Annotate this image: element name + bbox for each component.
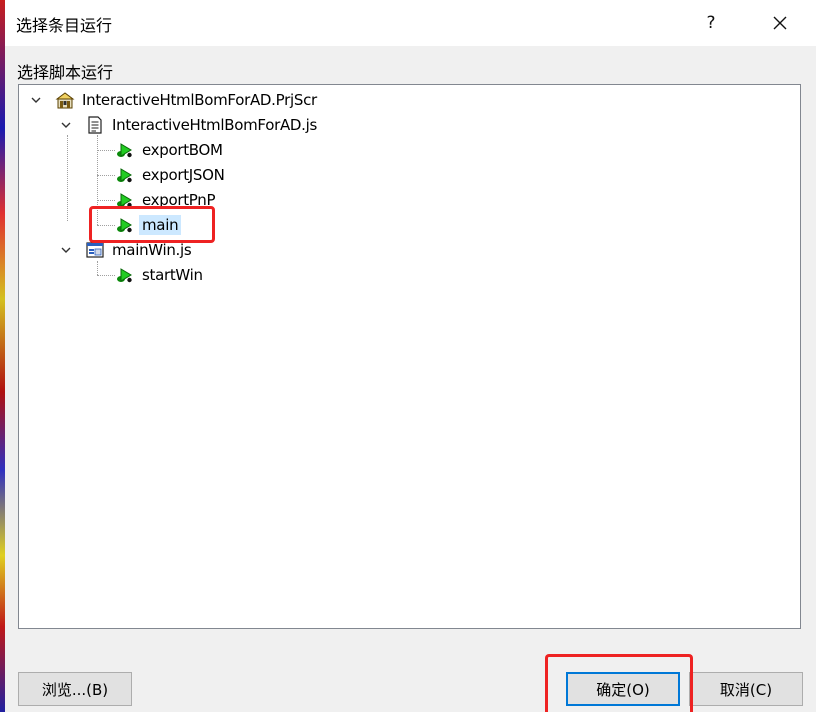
dialog-title: 选择条目运行 <box>16 16 113 35</box>
close-icon <box>773 16 787 30</box>
form-icon <box>86 242 104 258</box>
chevron-down-icon[interactable] <box>60 119 72 131</box>
document-icon <box>88 116 102 134</box>
group-label: 选择脚本运行 <box>17 63 114 82</box>
tree-connector <box>67 135 68 221</box>
annotation-highlight-ok <box>545 654 693 712</box>
chevron-down-icon[interactable] <box>30 94 42 106</box>
procedure-icon <box>117 143 132 158</box>
tree-connector <box>97 261 98 275</box>
script-tree[interactable]: InteractiveHtmlBomForAD.PrjScr Interacti… <box>18 84 801 629</box>
tree-node-label: exportBOM <box>142 141 223 159</box>
tree-node-label: InteractiveHtmlBomForAD.PrjScr <box>82 91 317 109</box>
tree-node-label: startWin <box>142 266 203 284</box>
tree-connector <box>97 175 115 176</box>
procedure-icon <box>117 168 132 183</box>
project-icon <box>55 92 75 109</box>
help-button[interactable]: ? <box>688 0 734 46</box>
cancel-button[interactable]: 取消(C) <box>689 672 803 706</box>
tree-node-procedure[interactable]: exportBOM <box>115 139 226 161</box>
tree-node-procedure[interactable]: exportJSON <box>115 164 228 186</box>
background-strip <box>0 0 5 712</box>
title-bar: 选择条目运行 ? <box>5 0 816 46</box>
tree-node-project[interactable]: InteractiveHtmlBomForAD.PrjScr <box>55 89 320 111</box>
tree-node-procedure[interactable]: startWin <box>115 264 206 286</box>
browse-button[interactable]: 浏览...(B) <box>18 672 132 706</box>
close-button[interactable] <box>757 0 803 46</box>
tree-node-label: exportJSON <box>142 166 225 184</box>
tree-connector <box>97 200 115 201</box>
tree-connector <box>97 150 115 151</box>
chevron-down-icon[interactable] <box>60 244 72 256</box>
tree-node-label: InteractiveHtmlBomForAD.js <box>112 116 318 134</box>
tree-node-label: mainWin.js <box>112 241 192 259</box>
procedure-icon <box>117 268 132 283</box>
tree-connector <box>97 275 115 276</box>
tree-node-file[interactable]: InteractiveHtmlBomForAD.js <box>85 114 320 136</box>
annotation-highlight-main <box>89 206 215 243</box>
